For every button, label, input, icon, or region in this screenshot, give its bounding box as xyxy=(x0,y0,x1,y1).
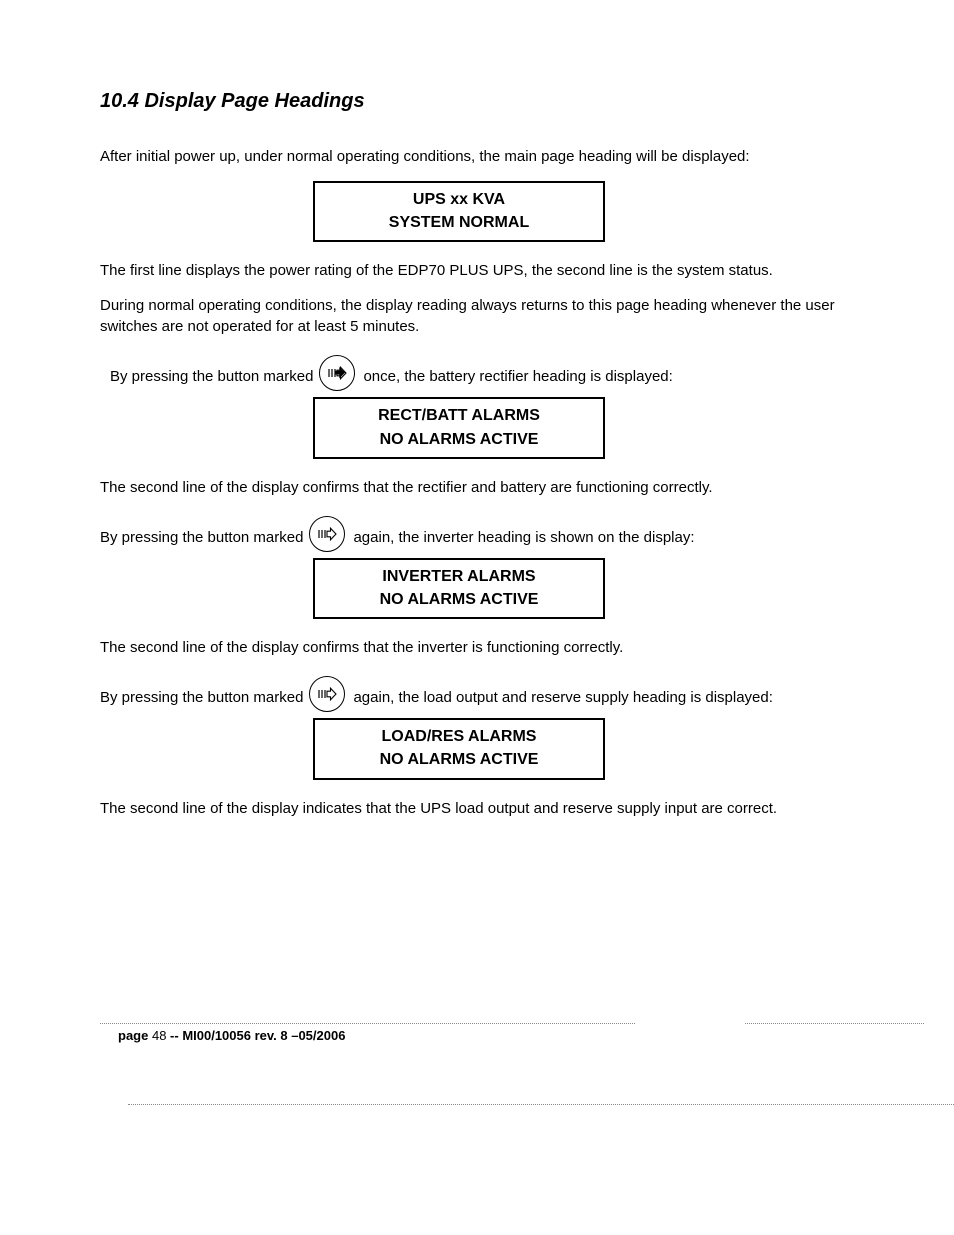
press-text-post: again, the inverter heading is shown on … xyxy=(353,527,694,552)
forward-arrow-button-icon xyxy=(319,355,355,391)
footer-page-number: 48 xyxy=(152,1028,166,1043)
lcd-display-3: INVERTER ALARMS NO ALARMS ACTIVE xyxy=(313,558,605,619)
body-paragraph: The first line displays the power rating… xyxy=(100,260,859,281)
lcd-line: INVERTER ALARMS xyxy=(319,565,599,588)
section-heading: 10.4 Display Page Headings xyxy=(100,90,859,113)
body-paragraph: The second line of the display confirms … xyxy=(100,637,859,658)
lcd-line: NO ALARMS ACTIVE xyxy=(319,748,599,771)
press-text-pre: By pressing the button marked xyxy=(100,687,303,712)
press-text-post: again, the load output and reserve suppl… xyxy=(353,687,772,712)
lcd-line: SYSTEM NORMAL xyxy=(319,211,599,234)
footer-rule-bottom xyxy=(128,1104,954,1105)
press-button-row-1: By pressing the button marked once, the … xyxy=(100,355,859,391)
press-text-pre: By pressing the button marked xyxy=(100,366,313,391)
footer-text: page 48 -- MI00/10056 rev. 8 –05/2006 xyxy=(100,1024,924,1049)
lcd-line: RECT/BATT ALARMS xyxy=(319,404,599,427)
footer-rule-top xyxy=(100,1023,924,1024)
press-text-pre: By pressing the button marked xyxy=(100,527,303,552)
lcd-line: UPS xx KVA xyxy=(319,188,599,211)
page-footer: page 48 -- MI00/10056 rev. 8 –05/2006 xyxy=(100,1023,924,1105)
lcd-display-2: RECT/BATT ALARMS NO ALARMS ACTIVE xyxy=(313,397,605,458)
footer-page-label: page xyxy=(118,1028,152,1043)
lcd-display-4: LOAD/RES ALARMS NO ALARMS ACTIVE xyxy=(313,718,605,779)
press-button-row-2: By pressing the button marked again, the… xyxy=(100,516,859,552)
body-paragraph: The second line of the display confirms … xyxy=(100,477,859,498)
lcd-display-1: UPS xx KVA SYSTEM NORMAL xyxy=(313,181,605,242)
lcd-line: LOAD/RES ALARMS xyxy=(319,725,599,748)
document-page: 10.4 Display Page Headings After initial… xyxy=(0,0,954,1235)
press-text-post: once, the battery rectifier heading is d… xyxy=(363,366,672,391)
press-button-row-3: By pressing the button marked again, the… xyxy=(100,676,859,712)
lcd-line: NO ALARMS ACTIVE xyxy=(319,588,599,611)
body-paragraph: During normal operating conditions, the … xyxy=(100,295,859,337)
forward-arrow-button-icon xyxy=(309,516,345,552)
lcd-line: NO ALARMS ACTIVE xyxy=(319,428,599,451)
forward-arrow-button-icon xyxy=(309,676,345,712)
intro-paragraph: After initial power up, under normal ope… xyxy=(100,146,859,167)
footer-doc-ref: -- MI00/10056 rev. 8 –05/2006 xyxy=(166,1028,345,1043)
body-paragraph: The second line of the display indicates… xyxy=(100,798,859,819)
